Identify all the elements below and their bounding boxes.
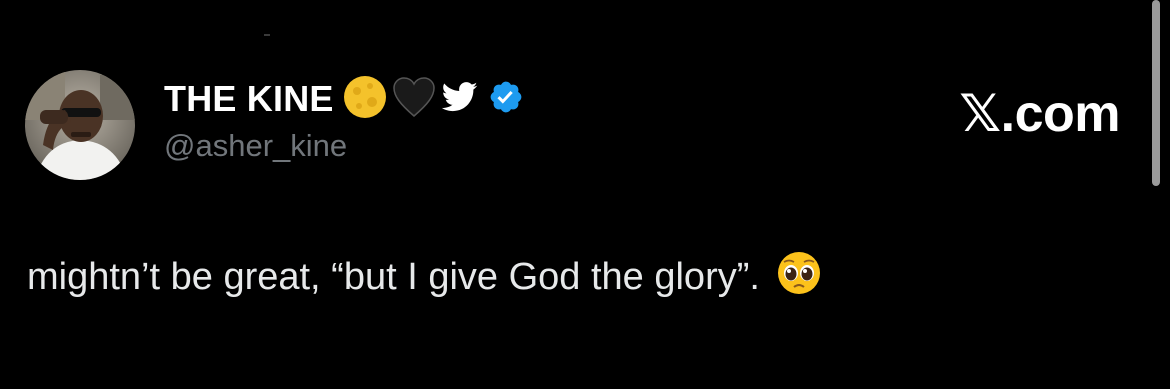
author-handle[interactable]: @asher_kine xyxy=(164,130,524,161)
author-name-row: THE KINE xyxy=(164,74,524,124)
tweet-text: mightn’t be great, “but I give God the g… xyxy=(27,255,760,298)
scrollbar[interactable] xyxy=(1152,0,1160,186)
author-display-name[interactable]: THE KINE xyxy=(164,81,334,117)
full-moon-emoji-icon xyxy=(342,74,388,125)
divider-mark xyxy=(264,34,270,36)
twitter-bird-icon xyxy=(441,81,478,117)
verified-badge-icon xyxy=(488,79,524,120)
avatar[interactable] xyxy=(25,70,135,180)
pleading-face-emoji-icon xyxy=(776,250,822,303)
avatar-photo xyxy=(25,70,135,180)
brand-logo[interactable]: 𝕏.com xyxy=(959,88,1120,140)
black-heart-emoji-icon xyxy=(392,76,436,123)
tweet-body: mightn’t be great, “but I give God the g… xyxy=(27,250,822,303)
tweet-header: THE KINE @asher_kine xyxy=(164,74,524,161)
